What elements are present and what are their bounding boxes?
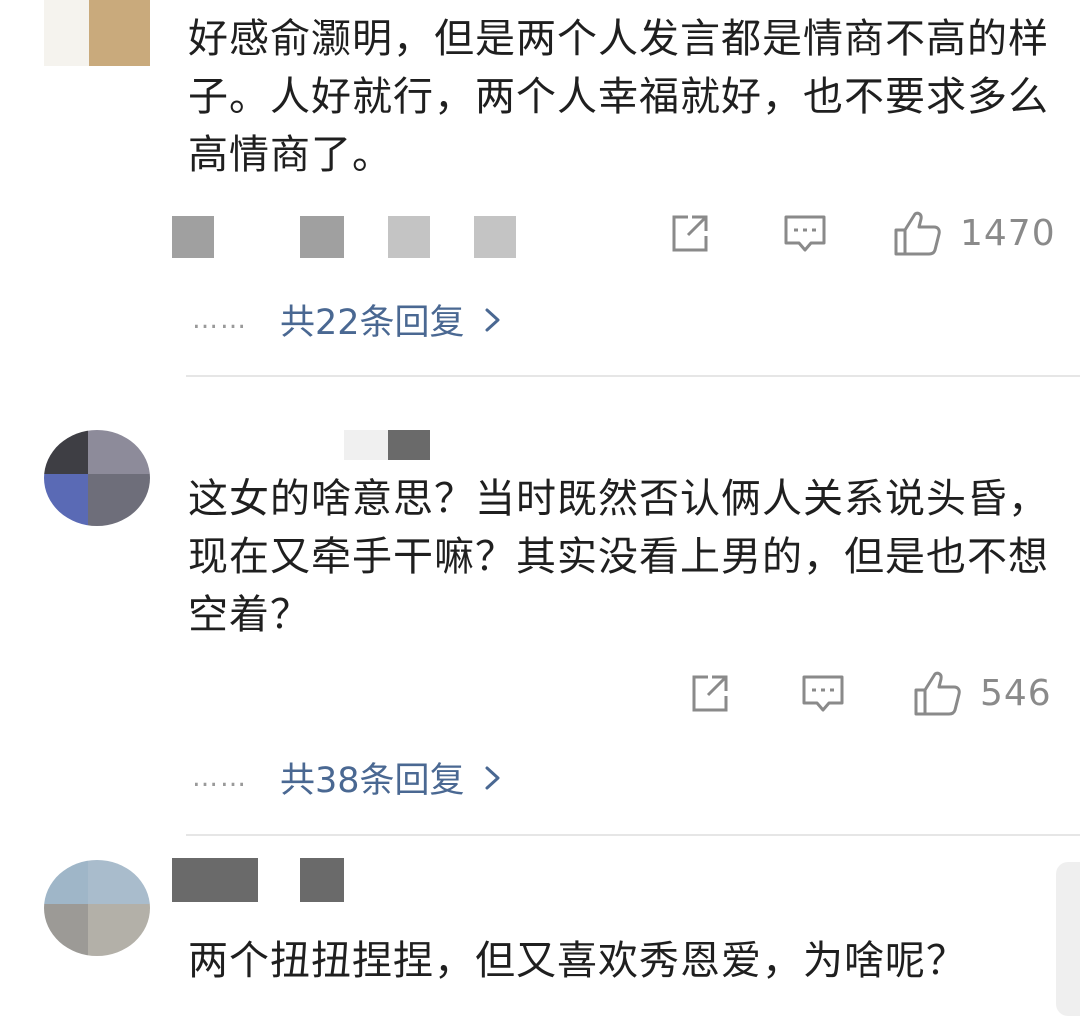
avatar[interactable] <box>44 430 150 526</box>
view-replies-link[interactable]: …… 共22条回复 <box>192 294 503 345</box>
comment-text: 这女的啥意思？当时既然否认俩人关系说头昏，现在又牵手干嘛？其实没看上男的，但是也… <box>188 476 1049 638</box>
comment-icon <box>784 215 826 252</box>
username-redacted <box>388 430 430 460</box>
meta-redacted <box>474 216 516 258</box>
divider <box>186 834 1080 836</box>
ellipsis: …… <box>192 762 248 793</box>
like-icon <box>914 671 961 716</box>
avatar[interactable] <box>44 860 150 956</box>
chevron-right-icon <box>485 308 500 331</box>
comment-text: 好感俞灏明，但是两个人发言都是情商不高的样子。人好就行，两个人幸福就好，也不要求… <box>188 16 1049 178</box>
reply-count-label: 共38条回复 <box>280 761 465 801</box>
like-button[interactable]: 546 <box>912 668 1052 718</box>
reply-button[interactable] <box>800 672 846 716</box>
share-button[interactable] <box>688 672 732 716</box>
username-redacted <box>344 430 388 460</box>
reply-count-label: 共22条回复 <box>280 303 465 343</box>
avatar[interactable] <box>44 0 150 66</box>
timestamp-redacted <box>172 216 214 258</box>
comment-icon <box>802 675 844 712</box>
like-count: 1470 <box>960 212 1056 254</box>
meta-redacted <box>388 216 430 258</box>
comment-text: 两个扭扭捏捏，但又喜欢秀恩爱，为啥呢？ <box>188 938 967 984</box>
divider <box>186 375 1080 377</box>
chevron-right-icon <box>485 766 500 789</box>
username-redacted <box>300 858 344 902</box>
scroll-handle[interactable] <box>1056 862 1080 1016</box>
location-redacted <box>300 216 344 258</box>
username-redacted <box>172 858 258 902</box>
share-button[interactable] <box>668 212 712 256</box>
share-icon <box>672 215 708 252</box>
like-button[interactable]: 1470 <box>892 208 1056 258</box>
ellipsis: …… <box>192 304 248 335</box>
reply-button[interactable] <box>782 212 828 256</box>
like-count: 546 <box>980 672 1052 714</box>
share-icon <box>692 675 728 712</box>
like-icon <box>894 211 941 256</box>
view-replies-link[interactable]: …… 共38条回复 <box>192 752 503 803</box>
